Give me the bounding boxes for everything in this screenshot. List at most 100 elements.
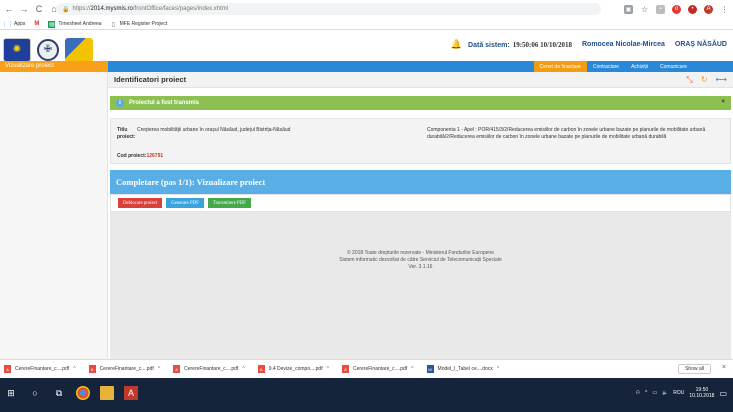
system-info: 🔔 Dată sistem: 19:50:06 10/10/2018 Romoce… bbox=[451, 39, 727, 50]
system-tray: ⚇ ^ ▭ 🔈 ROU 19:50 10.10.2018 ▭ bbox=[635, 387, 727, 399]
alert-close-icon[interactable]: × bbox=[721, 99, 725, 105]
profile-avatar-icon[interactable]: A bbox=[704, 4, 713, 14]
apps-grid-icon: ⋮⋮ bbox=[1, 21, 14, 28]
chevron-up-icon[interactable]: ^ bbox=[73, 366, 75, 372]
generate-pdf-button[interactable]: Generare PDF bbox=[166, 198, 204, 208]
download-item[interactable]: A CerereFinantare_c....pdf ^ bbox=[4, 365, 76, 373]
download-item[interactable]: A CerereFinantare_c....pdf ^ bbox=[341, 365, 414, 373]
success-alert: i Proiectul a fost transmis × bbox=[110, 96, 731, 110]
address-bar[interactable]: 🔒 https://2014.mysmis.ro/frontOffice/fac… bbox=[56, 3, 601, 15]
chevron-up-icon[interactable]: ^ bbox=[242, 366, 244, 372]
file-explorer-icon[interactable] bbox=[100, 386, 114, 400]
url-text: https://2014.mysmis.ro/frontOffice/faces… bbox=[72, 6, 229, 12]
title-value: Creșterea mobilității urbane în orașul N… bbox=[137, 127, 291, 133]
chrome-icon[interactable] bbox=[76, 386, 90, 400]
transmit-pdf-button[interactable]: Transmitere PDF bbox=[207, 198, 251, 208]
extension-red-icon[interactable]: o bbox=[672, 4, 681, 14]
system-time: Dată sistem: 19:50:06 10/10/2018 bbox=[468, 40, 572, 49]
lock-icon: 🔒 bbox=[62, 6, 70, 13]
download-item[interactable]: A CerereFinantare_c....pdf ^ bbox=[173, 365, 245, 373]
people-icon[interactable]: ⚇ bbox=[635, 390, 639, 396]
language-indicator[interactable]: ROU bbox=[673, 390, 684, 396]
browser-nav-row: ← → C ⌂ 🔒 https://2014.mysmis.ro/frontOf… bbox=[0, 0, 733, 18]
component-description: Componenta 1 - Apel : POR/415/3/2/Reduce… bbox=[427, 127, 706, 140]
menu-kebab-icon[interactable]: ⋮ bbox=[720, 5, 729, 14]
instrumente-structurale-logo bbox=[65, 37, 93, 62]
task-view-icon[interactable]: ⧉ bbox=[52, 386, 66, 400]
windows-start-icon[interactable]: ⊞ bbox=[4, 386, 18, 400]
collapse-icon[interactable]: ⤡ bbox=[686, 75, 692, 85]
footer-version: Ver. 3.1.16 bbox=[408, 264, 433, 270]
pdf-icon: A bbox=[88, 365, 96, 373]
bookmark-gmail[interactable]: M bbox=[33, 21, 40, 28]
nav-cereri-finantare[interactable]: Cereri de finanțare bbox=[533, 61, 587, 72]
sidebar-item-vizualizare-proiect[interactable]: Vizualizare proiect bbox=[0, 61, 107, 71]
cast-icon[interactable]: ▣ bbox=[624, 4, 633, 14]
footer: © 2018 Toate drepturile rezervate - Mini… bbox=[110, 250, 731, 271]
download-item[interactable]: W Model_I_Tabel ce....docx ^ bbox=[426, 365, 499, 373]
user-name[interactable]: Romocea Nicolae-Mircea bbox=[582, 41, 665, 48]
chevron-up-icon[interactable]: ^ bbox=[327, 366, 329, 372]
word-doc-icon: W bbox=[426, 365, 434, 373]
info-icon: i bbox=[116, 99, 124, 107]
chevron-up-icon[interactable]: ^ bbox=[411, 366, 413, 372]
gmail-icon: M bbox=[34, 21, 40, 27]
bookmark-apps[interactable]: ⋮⋮ Apps bbox=[1, 21, 26, 28]
chevron-up-icon[interactable]: ^ bbox=[158, 366, 160, 372]
content-area: © 2018 Toate drepturile rezervate - Mini… bbox=[110, 212, 731, 359]
download-item[interactable]: A CerereFinantare_c....pdf ^ bbox=[88, 365, 160, 373]
sidebar: Vizualizare proiect bbox=[0, 61, 108, 359]
clock[interactable]: 19:50 10.10.2018 bbox=[689, 387, 714, 399]
footer-copyright: © 2018 Toate drepturile rezervate - Mini… bbox=[346, 250, 494, 256]
main-content: Identificatori proiect ⤡ ↻ ⟷ i Proiectul… bbox=[108, 72, 733, 359]
expand-icon[interactable]: ⟷ bbox=[716, 75, 727, 85]
bell-icon[interactable]: 🔔 bbox=[451, 39, 462, 50]
bookmarks-bar: ⋮⋮ Apps M ▤ Timesheet Andreea ▯ MFE Registe… bbox=[0, 18, 733, 30]
pdf-icon: A bbox=[257, 365, 265, 373]
pdf-icon: A bbox=[341, 365, 349, 373]
organization-name[interactable]: ORAȘ NĂSĂUD bbox=[675, 41, 727, 48]
extension-gray-icon[interactable]: ▪ bbox=[656, 4, 665, 14]
star-icon[interactable]: ☆ bbox=[640, 5, 649, 14]
show-all-button[interactable]: Show all bbox=[678, 364, 711, 374]
reload-icon[interactable]: C bbox=[33, 3, 45, 15]
title-label: Titlu proiect: bbox=[117, 127, 136, 140]
unlock-project-button[interactable]: Deblocare proiect bbox=[118, 198, 163, 208]
bookmark-timesheet[interactable]: ▤ Timesheet Andreea bbox=[48, 20, 102, 28]
nav-achizitii[interactable]: Achiziții bbox=[625, 61, 654, 72]
nav-contractare[interactable]: Contractare bbox=[587, 61, 625, 72]
nav-comunicare[interactable]: Comunicare bbox=[654, 61, 693, 72]
back-icon[interactable]: ← bbox=[3, 3, 15, 15]
action-buttons: Deblocare proiect Generare PDF Transmite… bbox=[110, 194, 731, 212]
tray-chevron-icon[interactable]: ^ bbox=[645, 390, 647, 396]
page-title: Identificatori proiect bbox=[114, 75, 187, 84]
close-icon[interactable]: × bbox=[722, 364, 726, 371]
page-title-bar: Identificatori proiect ⤡ ↻ ⟷ bbox=[108, 72, 733, 88]
top-navigation: Cereri de finanțare Contractare Achiziți… bbox=[108, 61, 733, 72]
windows-taskbar: ⊞ ○ ⧉ A ⚇ ^ ▭ 🔈 ROU 19:50 10.10.2018 ▭ bbox=[0, 378, 733, 412]
volume-icon[interactable]: 🔈 bbox=[662, 390, 668, 396]
notifications-icon[interactable]: ▭ bbox=[719, 389, 727, 398]
browser-chrome: ← → C ⌂ 🔒 https://2014.mysmis.ro/frontOf… bbox=[0, 0, 733, 30]
project-info-panel: Titlu proiect: Creșterea mobilității urb… bbox=[110, 118, 731, 164]
app-header: ✺ ✙ 🔔 Dată sistem: 19:50:06 10/10/2018 Ro… bbox=[0, 31, 733, 62]
project-code: Cod proiect:126791 bbox=[117, 153, 164, 159]
extension-lastpass-icon[interactable]: • bbox=[688, 4, 697, 14]
network-icon[interactable]: ▭ bbox=[652, 390, 657, 396]
forward-icon[interactable]: → bbox=[18, 3, 30, 15]
bookmark-mfe[interactable]: ▯ MFE Register Project bbox=[110, 21, 167, 28]
sheets-icon: ▤ bbox=[48, 20, 56, 28]
refresh-icon[interactable]: ↻ bbox=[701, 75, 708, 85]
downloads-bar: A CerereFinantare_c....pdf ^ A CerereFinant… bbox=[0, 359, 733, 378]
project-title-field: Titlu proiect: Creșterea mobilității urb… bbox=[117, 127, 347, 141]
government-seal-logo: ✙ bbox=[37, 38, 59, 61]
footer-developer: Sistem informatic dezvoltat de către Ser… bbox=[339, 257, 502, 263]
chevron-up-icon[interactable]: ^ bbox=[497, 366, 499, 372]
acrobat-icon[interactable]: A bbox=[124, 386, 138, 400]
pdf-icon: A bbox=[4, 365, 11, 373]
section-header: Completare (pas 1/1): Vizualizare proiec… bbox=[110, 170, 731, 194]
search-icon[interactable]: ○ bbox=[28, 386, 42, 400]
download-item[interactable]: A 9.4 Devize_compo....pdf ^ bbox=[257, 365, 329, 373]
pdf-icon: A bbox=[173, 365, 181, 373]
extension-icons: ▣ ☆ ▪ o • A ⋮ bbox=[624, 3, 729, 15]
